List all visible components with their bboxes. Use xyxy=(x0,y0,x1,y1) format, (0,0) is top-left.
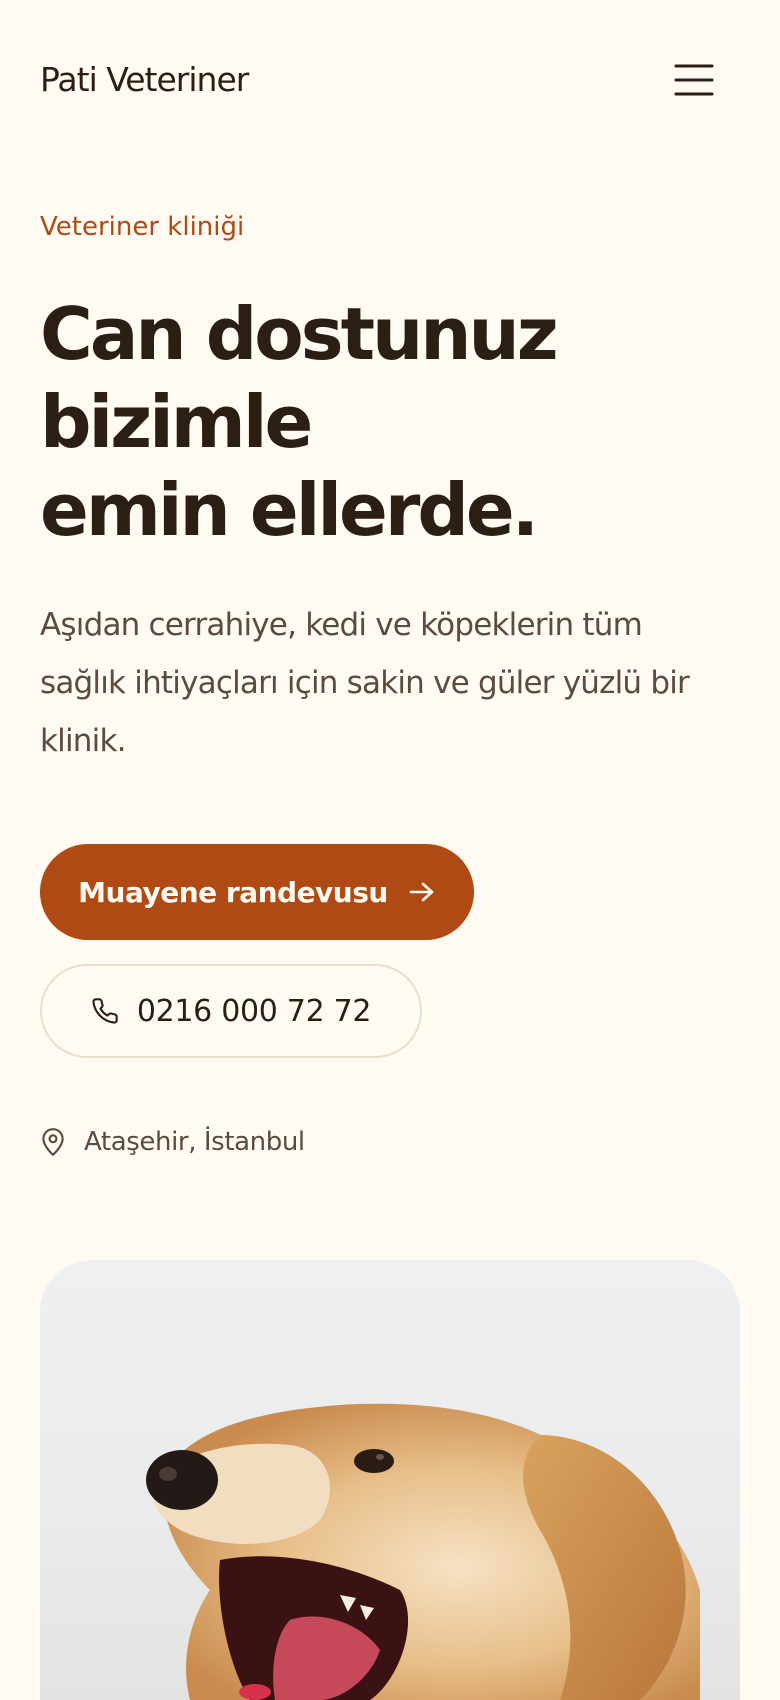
location-label: Ataşehir, İstanbul xyxy=(84,1127,305,1157)
hero-headline-line: bizimle xyxy=(40,380,313,464)
map-pin-icon xyxy=(42,1128,64,1156)
dog-illustration xyxy=(146,1403,701,1700)
phone-number: 0216 000 72 72 xyxy=(136,993,372,1029)
clinic-location: Ataşehir, İstanbul xyxy=(40,1124,305,1160)
call-phone-button[interactable]: 0216 000 72 72 xyxy=(40,964,422,1058)
hero-headline-line: emin ellerde. xyxy=(40,468,539,552)
arrow-right-icon xyxy=(409,882,434,902)
dog-photo xyxy=(40,1260,740,1700)
hero-headline: Can dostunuz bizimle emin ellerde. xyxy=(40,290,730,554)
brand-logo[interactable]: Pati Veteriner xyxy=(40,58,249,102)
site-header: Pati Veteriner xyxy=(40,58,716,102)
hamburger-menu-icon xyxy=(674,64,714,96)
menu-button[interactable] xyxy=(672,60,716,100)
hero-description: Aşıdan cerrahiye, kedi ve köpeklerin tüm… xyxy=(40,607,690,759)
book-appointment-label: Muayene randevusu xyxy=(78,875,388,909)
hero-eyebrow: Veteriner kliniği xyxy=(40,212,245,242)
book-appointment-button[interactable]: Muayene randevusu xyxy=(40,844,474,940)
hero-headline-line: Can dostunuz xyxy=(40,292,559,376)
phone-icon xyxy=(92,998,118,1024)
